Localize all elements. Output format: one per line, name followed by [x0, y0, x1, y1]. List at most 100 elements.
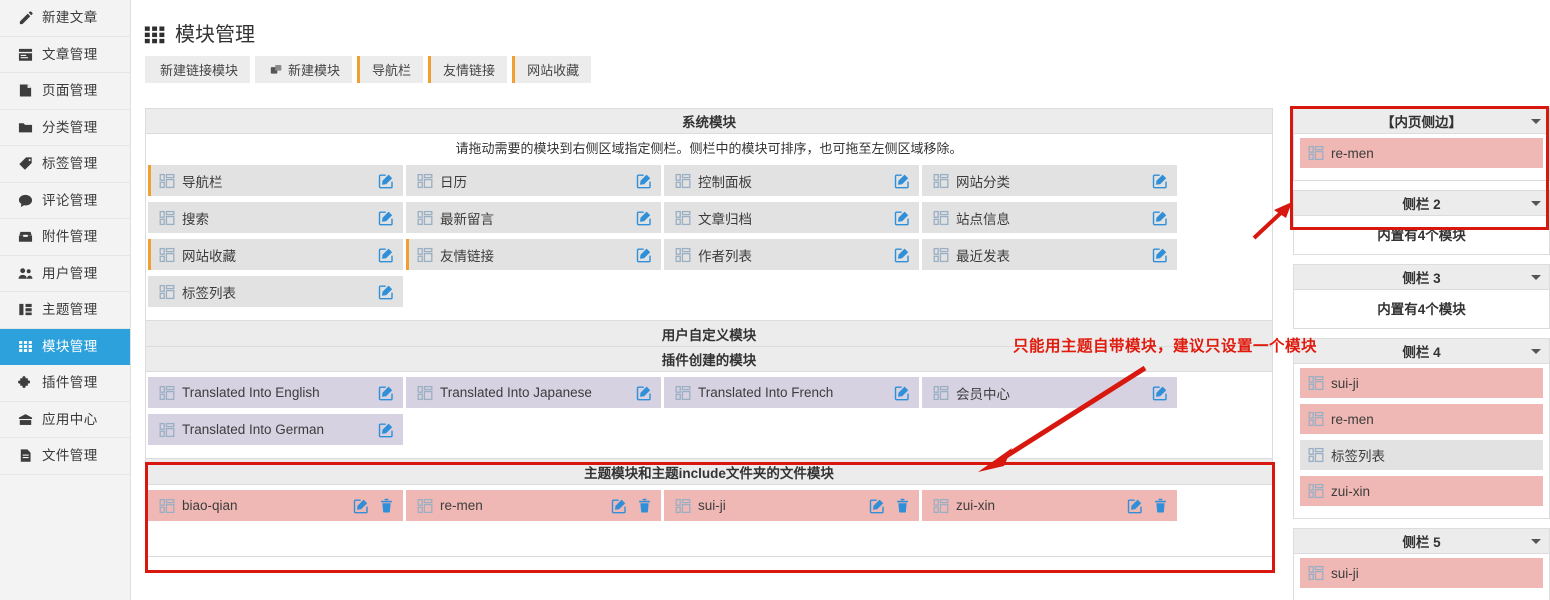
module-card[interactable]: 最新留言 [406, 202, 661, 233]
module-card[interactable]: 最近发表 [922, 239, 1177, 270]
module-card[interactable]: biao-qian [148, 490, 403, 521]
widget-icon [933, 247, 949, 263]
sidebar-zone-module[interactable]: zui-xin [1300, 476, 1543, 506]
module-card[interactable]: 文章归档 [664, 202, 919, 233]
sidebar-item[interactable]: 应用中心 [0, 401, 130, 438]
sidebar-zone: 侧栏 5 sui-ji [1293, 528, 1550, 600]
module-card[interactable]: re-men [406, 490, 661, 521]
widget-icon [1308, 483, 1324, 499]
edit-icon[interactable] [1152, 173, 1168, 189]
chevron-down-icon[interactable] [1531, 201, 1541, 206]
chevron-down-icon[interactable] [1531, 539, 1541, 544]
tab-site-favorites[interactable]: 网站收藏 [512, 56, 592, 83]
module-name: sui-ji [698, 498, 726, 513]
module-card[interactable]: 导航栏 [148, 165, 403, 196]
sidebar-zone-header[interactable]: 侧栏 5 [1293, 528, 1550, 554]
module-card[interactable]: 搜索 [148, 202, 403, 233]
sidebar-zone-module[interactable]: sui-ji [1300, 558, 1543, 588]
module-name: 最近发表 [956, 248, 1010, 264]
trash-icon[interactable] [379, 498, 394, 513]
edit-icon[interactable] [378, 210, 394, 226]
sidebar-item-module-management[interactable]: 模块管理 [0, 328, 130, 365]
chevron-down-icon[interactable] [1531, 349, 1541, 354]
sidebar-item[interactable]: 附件管理 [0, 219, 130, 256]
sidebar-zone-header[interactable]: 侧栏 2 [1293, 190, 1550, 216]
article-icon [18, 47, 33, 62]
widget-icon [933, 498, 949, 514]
sidebar-zone-title: 侧栏 5 [1402, 535, 1441, 550]
edit-icon[interactable] [636, 247, 652, 263]
edit-icon[interactable] [378, 173, 394, 189]
module-card[interactable]: 控制面板 [664, 165, 919, 196]
sidebar-zone-header[interactable]: 【内页侧边】 [1293, 108, 1550, 134]
trash-icon[interactable] [895, 498, 910, 513]
module-card[interactable]: 日历 [406, 165, 661, 196]
tag-icon [18, 156, 33, 171]
module-card[interactable]: 会员中心 [922, 377, 1177, 408]
edit-icon[interactable] [894, 173, 910, 189]
edit-icon[interactable] [636, 210, 652, 226]
sidebar-item[interactable]: 主题管理 [0, 292, 130, 329]
trash-icon[interactable] [637, 498, 652, 513]
sidebar-item[interactable]: 页面管理 [0, 73, 130, 110]
edit-icon[interactable] [636, 173, 652, 189]
sidebar-zone-header[interactable]: 侧栏 3 [1293, 264, 1550, 290]
tab-new-link-module[interactable]: 新建链接模块 [145, 56, 251, 83]
module-card[interactable]: 网站收藏 [148, 239, 403, 270]
edit-icon[interactable] [1127, 498, 1143, 514]
sidebar-zone-body: 内置有4个模块 [1293, 216, 1550, 255]
sidebar-item[interactable]: 标签管理 [0, 146, 130, 183]
module-card[interactable]: 作者列表 [664, 239, 919, 270]
sidebar-item[interactable]: 分类管理 [0, 109, 130, 146]
tab-label: 网站收藏 [527, 63, 580, 78]
module-card[interactable]: Translated Into Japanese [406, 377, 661, 408]
tab-new-module[interactable]: 新建模块 [255, 56, 353, 83]
edit-icon[interactable] [378, 422, 394, 438]
widget-icon [1308, 145, 1324, 161]
module-card[interactable]: 站点信息 [922, 202, 1177, 233]
sidebar-zone-module[interactable]: sui-ji [1300, 368, 1543, 398]
tab-navbar[interactable]: 导航栏 [357, 56, 424, 83]
sidebar-zone-module[interactable]: re-men [1300, 404, 1543, 434]
module-card[interactable]: 标签列表 [148, 276, 403, 307]
sidebar-item[interactable]: 文件管理 [0, 438, 130, 475]
edit-icon[interactable] [1152, 385, 1168, 401]
edit-icon[interactable] [636, 385, 652, 401]
edit-icon[interactable] [378, 284, 394, 300]
widget-icon [417, 385, 433, 401]
sidebar-item[interactable]: 新建文章 [0, 0, 130, 37]
edit-icon[interactable] [869, 498, 885, 514]
sidebar-item[interactable]: 用户管理 [0, 255, 130, 292]
edit-icon[interactable] [378, 385, 394, 401]
chevron-down-icon[interactable] [1531, 275, 1541, 280]
widget-icon [159, 210, 175, 226]
edit-icon[interactable] [1152, 210, 1168, 226]
module-card[interactable]: Translated Into German [148, 414, 403, 445]
sidebar-zone-header[interactable]: 侧栏 4 [1293, 338, 1550, 364]
edit-icon[interactable] [894, 385, 910, 401]
module-card[interactable]: 网站分类 [922, 165, 1177, 196]
edit-icon[interactable] [1152, 247, 1168, 263]
module-card[interactable]: zui-xin [922, 490, 1177, 521]
module-card[interactable]: Translated Into English [148, 377, 403, 408]
trash-icon[interactable] [1153, 498, 1168, 513]
edit-icon[interactable] [894, 247, 910, 263]
edit-icon[interactable] [353, 498, 369, 514]
sidebar-zone-module[interactable]: 标签列表 [1300, 440, 1543, 470]
sidebar-item[interactable]: 文章管理 [0, 36, 130, 73]
module-card[interactable]: Translated Into French [664, 377, 919, 408]
edit-icon[interactable] [894, 210, 910, 226]
puzzle-icon [18, 375, 33, 390]
module-card[interactable]: 友情链接 [406, 239, 661, 270]
tab-label: 友情链接 [443, 63, 496, 78]
tab-friend-links[interactable]: 友情链接 [428, 56, 508, 83]
module-card[interactable]: sui-ji [664, 490, 919, 521]
edit-icon[interactable] [378, 247, 394, 263]
edit-icon[interactable] [611, 498, 627, 514]
sidebar-item[interactable]: 评论管理 [0, 182, 130, 219]
chevron-down-icon[interactable] [1531, 119, 1541, 124]
tab-label: 新建模块 [288, 63, 341, 78]
sidebar-item[interactable]: 插件管理 [0, 365, 130, 402]
module-actions [378, 247, 394, 263]
sidebar-zone-module[interactable]: re-men [1300, 138, 1543, 168]
